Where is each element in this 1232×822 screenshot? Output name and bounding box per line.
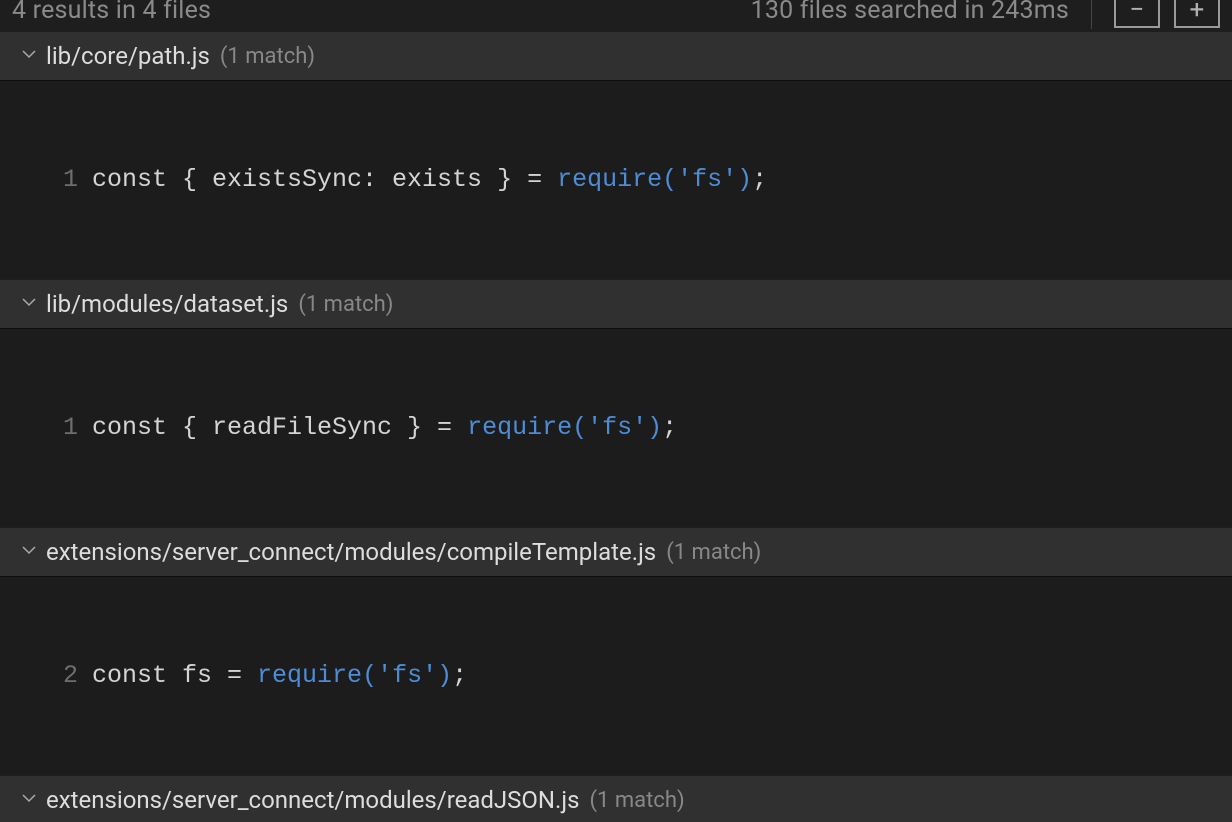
match-count: (1 match) <box>220 44 315 69</box>
chevron-down-icon <box>22 791 36 805</box>
collapse-all-button[interactable]: − <box>1114 0 1160 28</box>
code-text: const { readFileSync } = <box>92 413 467 442</box>
chevron-down-icon <box>22 295 36 309</box>
result-file-header[interactable]: lib/modules/dataset.js (1 match) <box>0 280 1232 328</box>
code-call: require <box>467 413 572 442</box>
code-suffix: ; <box>752 165 767 194</box>
search-status-bar: 4 results in 4 files 130 files searched … <box>0 0 1232 30</box>
search-stats: 130 files searched in 243ms <box>751 0 1069 25</box>
code-arg: ('fs') <box>362 661 452 690</box>
match-code-block[interactable]: 1 const { readFileSync } = require('fs')… <box>0 328 1232 526</box>
match-count: (1 match) <box>666 540 761 565</box>
code-suffix: ; <box>662 413 677 442</box>
match-count: (1 match) <box>590 788 685 813</box>
code-text: const { existsSync: exists } = <box>92 165 557 194</box>
file-path: extensions/server_connect/modules/compil… <box>46 538 656 566</box>
chevron-down-icon <box>22 543 36 557</box>
result-file-header[interactable]: extensions/server_connect/modules/readJS… <box>0 776 1232 822</box>
line-number: 1 <box>0 165 92 194</box>
code-call: require <box>257 661 362 690</box>
search-results: lib/core/path.js (1 match) 1 const { exi… <box>0 32 1232 822</box>
code-line[interactable]: 1 const { readFileSync } = require('fs')… <box>0 413 1232 442</box>
code-suffix: ; <box>452 661 467 690</box>
expand-all-button[interactable]: + <box>1174 0 1220 28</box>
line-number: 1 <box>0 413 92 442</box>
match-code-block[interactable]: 2 const fs = require('fs'); <box>0 576 1232 774</box>
result-file-header[interactable]: extensions/server_connect/modules/compil… <box>0 528 1232 576</box>
code-line[interactable]: 2 const fs = require('fs'); <box>0 661 1232 690</box>
match-count: (1 match) <box>298 292 393 317</box>
code-text: const fs = <box>92 661 257 690</box>
chevron-down-icon <box>22 47 36 61</box>
code-call: require <box>557 165 662 194</box>
match-code-block[interactable]: 1 const { existsSync: exists } = require… <box>0 80 1232 278</box>
results-summary: 4 results in 4 files <box>12 0 211 25</box>
result-file-header[interactable]: lib/core/path.js (1 match) <box>0 32 1232 80</box>
line-number: 2 <box>0 661 92 690</box>
file-path: extensions/server_connect/modules/readJS… <box>46 786 580 814</box>
divider <box>1091 0 1092 29</box>
code-arg: ('fs') <box>572 413 662 442</box>
file-path: lib/modules/dataset.js <box>46 290 288 318</box>
file-path: lib/core/path.js <box>46 42 210 70</box>
code-line[interactable]: 1 const { existsSync: exists } = require… <box>0 165 1232 194</box>
code-arg: ('fs') <box>662 165 752 194</box>
